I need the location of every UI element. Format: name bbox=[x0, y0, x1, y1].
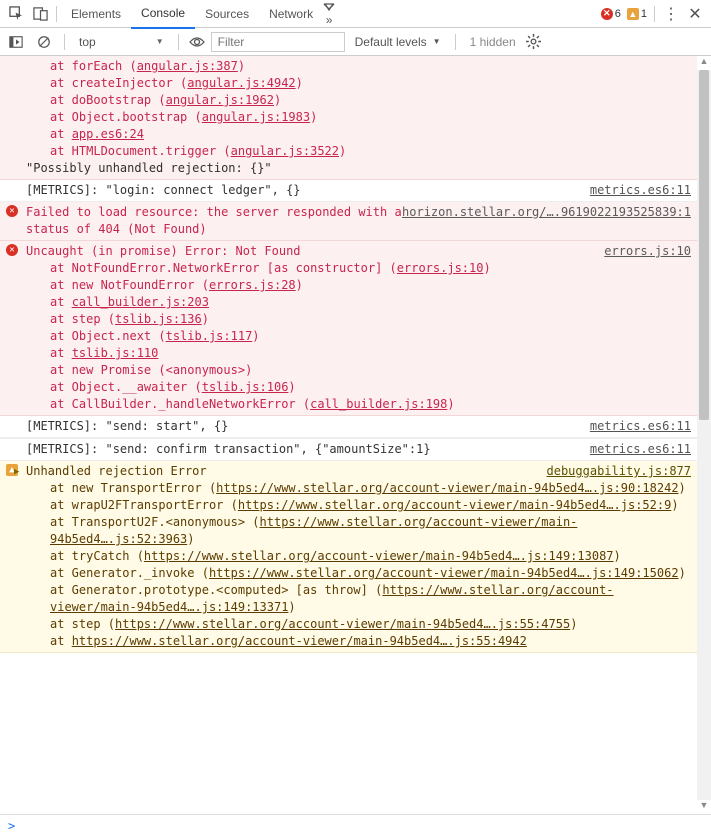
source-link[interactable]: metrics.es6:11 bbox=[590, 182, 691, 199]
gear-icon[interactable] bbox=[526, 34, 548, 49]
source-link[interactable]: https://www.stellar.org/account-viewer/m… bbox=[115, 617, 570, 631]
toolbar-divider bbox=[56, 6, 57, 22]
kebab-menu-icon[interactable]: ⋮ bbox=[659, 2, 683, 26]
log-text: "Possibly unhandled rejection: {}" bbox=[26, 160, 691, 177]
console-toolbar: top ▼ Default levels ▼ 1 hidden bbox=[0, 28, 711, 56]
scroll-down-icon[interactable]: ▼ bbox=[697, 800, 711, 814]
toolbar-divider bbox=[178, 34, 179, 50]
source-link[interactable]: angular.js:1962 bbox=[166, 93, 274, 107]
tab-network[interactable]: Network bbox=[259, 0, 323, 27]
source-link[interactable]: errors.js:28 bbox=[209, 278, 296, 292]
panel-tabs: Elements Console Sources Network » bbox=[61, 0, 598, 27]
warning-count-badge[interactable]: ▲1 bbox=[627, 8, 647, 20]
source-link[interactable]: errors.js:10 bbox=[604, 243, 691, 260]
source-link[interactable]: angular.js:4942 bbox=[187, 76, 295, 90]
source-link[interactable]: tslib.js:106 bbox=[202, 380, 289, 394]
error-count-badge[interactable]: ✕6 bbox=[601, 8, 621, 20]
log-text: Uncaught (in promise) Error: Not Found bbox=[26, 244, 301, 258]
console-message-warning[interactable]: ▲ ▶ debuggability.js:877 Unhandled rejec… bbox=[0, 461, 697, 653]
close-icon[interactable]: ✕ bbox=[683, 2, 707, 26]
tab-elements[interactable]: Elements bbox=[61, 0, 131, 27]
log-text: [METRICS]: "login: connect ledger", {} bbox=[26, 183, 301, 197]
source-link[interactable]: https://www.stellar.org/account-viewer/m… bbox=[72, 634, 527, 648]
error-icon: ✕ bbox=[6, 205, 18, 217]
device-toolbar-icon[interactable] bbox=[28, 2, 52, 26]
source-link[interactable]: https://www.stellar.org/account-viewer/m… bbox=[216, 481, 678, 495]
error-icon: ✕ bbox=[601, 8, 613, 20]
console-message-log[interactable]: metrics.es6:11 [METRICS]: "send: confirm… bbox=[0, 438, 697, 461]
source-link[interactable]: angular.js:1983 bbox=[202, 110, 310, 124]
scrollbar[interactable]: ▲ ▼ bbox=[697, 56, 711, 814]
source-link[interactable]: errors.js:10 bbox=[397, 261, 484, 275]
sidebar-toggle-icon[interactable] bbox=[4, 30, 28, 54]
inspect-element-icon[interactable] bbox=[4, 2, 28, 26]
console-message-log[interactable]: metrics.es6:11 [METRICS]: "login: connec… bbox=[0, 180, 697, 202]
source-link[interactable]: tslib.js:117 bbox=[166, 329, 253, 343]
toolbar-divider bbox=[64, 34, 65, 50]
source-link[interactable]: call_builder.js:203 bbox=[72, 295, 209, 309]
console-message-error[interactable]: at forEach (angular.js:387) at createInj… bbox=[0, 56, 697, 180]
source-link[interactable]: angular.js:387 bbox=[137, 59, 238, 73]
levels-label: Default levels bbox=[355, 35, 427, 49]
toolbar-divider bbox=[455, 34, 456, 50]
log-text: Unhandled rejection Error bbox=[26, 464, 207, 478]
warning-icon: ▲ bbox=[627, 8, 639, 20]
source-link[interactable]: tslib.js:110 bbox=[72, 346, 159, 360]
log-text: [METRICS]: "send: start", {} bbox=[26, 419, 228, 433]
tab-console[interactable]: Console bbox=[131, 0, 195, 29]
context-selector[interactable]: top ▼ bbox=[73, 32, 170, 52]
context-value: top bbox=[79, 35, 96, 49]
filter-input[interactable] bbox=[211, 32, 345, 52]
prompt-caret-icon: > bbox=[8, 819, 15, 833]
console-message-error[interactable]: ✕ horizon.stellar.org/….9619022193525839… bbox=[0, 202, 697, 241]
expand-caret-icon[interactable]: ▶ bbox=[14, 464, 19, 481]
source-link[interactable]: metrics.es6:11 bbox=[590, 418, 691, 435]
log-text: [METRICS]: "send: confirm transaction", … bbox=[26, 442, 431, 456]
clear-console-icon[interactable] bbox=[32, 30, 56, 54]
source-link[interactable]: call_builder.js:198 bbox=[310, 397, 447, 411]
toolbar-divider bbox=[654, 6, 655, 22]
hidden-count-label[interactable]: 1 hidden bbox=[464, 35, 522, 49]
source-link[interactable]: metrics.es6:11 bbox=[590, 441, 691, 458]
tab-sources[interactable]: Sources bbox=[195, 0, 259, 27]
tab-overflow-icon[interactable]: » bbox=[323, 1, 345, 27]
error-count: 6 bbox=[615, 8, 621, 20]
scrollbar-track[interactable] bbox=[697, 70, 711, 800]
source-link[interactable]: app.es6:24 bbox=[72, 127, 144, 141]
source-link[interactable]: https://www.stellar.org/account-viewer/m… bbox=[144, 549, 614, 563]
source-link[interactable]: tslib.js:136 bbox=[115, 312, 202, 326]
console-prompt[interactable]: > bbox=[0, 814, 711, 837]
source-link[interactable]: https://www.stellar.org/account-viewer/m… bbox=[238, 498, 671, 512]
scrollbar-thumb[interactable] bbox=[699, 70, 709, 420]
console-message-error[interactable]: ✕ errors.js:10 Uncaught (in promise) Err… bbox=[0, 241, 697, 416]
chevron-down-icon: ▼ bbox=[156, 37, 164, 46]
source-link[interactable]: debuggability.js:877 bbox=[547, 463, 692, 480]
scroll-up-icon[interactable]: ▲ bbox=[697, 56, 711, 70]
chevron-down-icon: ▼ bbox=[433, 37, 441, 46]
console-message-log[interactable]: metrics.es6:11 [METRICS]: "send: start",… bbox=[0, 416, 697, 438]
warning-count: 1 bbox=[641, 8, 647, 20]
log-levels-selector[interactable]: Default levels ▼ bbox=[349, 35, 447, 49]
devtools-main-toolbar: Elements Console Sources Network » ✕6 ▲1… bbox=[0, 0, 711, 28]
console-messages: at forEach (angular.js:387) at createInj… bbox=[0, 56, 711, 814]
source-link[interactable]: horizon.stellar.org/….9619022193525839:1 bbox=[402, 204, 691, 221]
source-link[interactable]: https://www.stellar.org/account-viewer/m… bbox=[209, 566, 679, 580]
source-link[interactable]: angular.js:3522 bbox=[231, 144, 339, 158]
error-icon: ✕ bbox=[6, 244, 18, 256]
log-text: Failed to load resource: the server resp… bbox=[26, 205, 402, 236]
live-expression-icon[interactable] bbox=[187, 30, 207, 54]
